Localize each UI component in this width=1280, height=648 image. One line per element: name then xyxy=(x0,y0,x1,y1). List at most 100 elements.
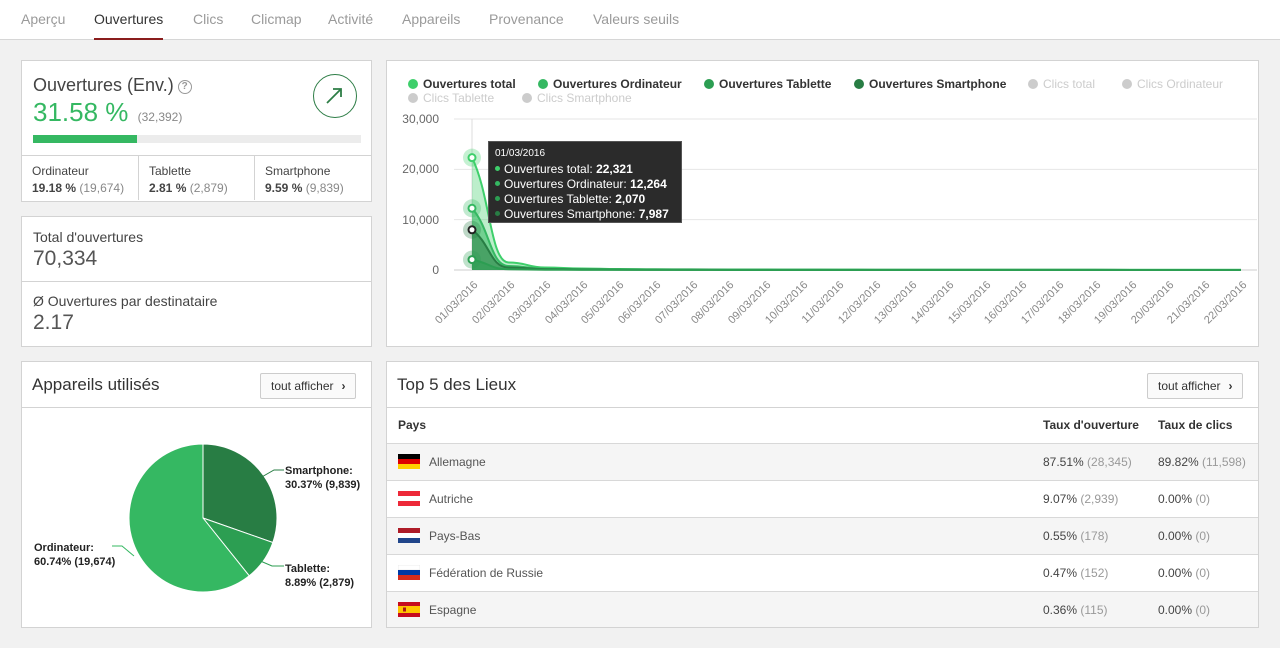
totals-panel: Total d'ouvertures 70,334 Ø Ouvertures p… xyxy=(21,216,372,347)
country-name: Autriche xyxy=(429,492,474,506)
device-desktop-rate: 19.18 % xyxy=(32,181,77,195)
device-tablet-name: Tablette xyxy=(149,164,192,178)
tooltip-label: Ouvertures Ordinateur: xyxy=(504,177,627,191)
device-desktop-count: (19,674) xyxy=(79,181,125,195)
pie-label-name: Smartphone: xyxy=(285,465,353,477)
device-tablet-rate: 2.81 % xyxy=(149,181,187,195)
tab-thresholds[interactable]: Valeurs seuils xyxy=(593,0,679,40)
col-header-open-rate[interactable]: Taux d'ouverture xyxy=(1043,418,1139,432)
series-line-2 xyxy=(471,228,1241,271)
devices-pie-chart[interactable] xyxy=(22,408,371,627)
tooltip-value: 22,321 xyxy=(596,162,633,176)
pie-label-name: Tablette: xyxy=(285,563,331,575)
tooltip-line: Ouvertures Ordinateur: 12,264 xyxy=(495,177,675,192)
tooltip-value: 7,987 xyxy=(638,207,669,221)
country-name: Pays-Bas xyxy=(429,529,481,543)
austria-flag-icon xyxy=(398,491,420,506)
button-label: tout afficher xyxy=(271,379,334,393)
devices-show-all-button[interactable]: tout afficher › xyxy=(260,373,357,399)
device-desktop: Ordinateur 19.18 % (19,674) xyxy=(22,156,139,200)
tab-activity[interactable]: Activité xyxy=(328,0,373,40)
tooltip-line: Ouvertures total: 22,321 xyxy=(495,162,675,177)
tab-overview[interactable]: Aperçu xyxy=(21,0,65,40)
divider xyxy=(22,281,371,282)
avg-opens-label: Ø Ouvertures par destinataire xyxy=(33,293,218,309)
chevron-right-icon: › xyxy=(341,379,346,393)
device-desktop-name: Ordinateur xyxy=(32,164,89,178)
device-desktop-value: 19.18 % (19,674) xyxy=(32,181,138,195)
opens-title: Ouvertures (Env.)? xyxy=(33,75,192,96)
opens-rate: 31.58 % (32,392) xyxy=(33,97,182,128)
devices-panel: Appareils utilisés tout afficher › Smartp… xyxy=(21,361,372,628)
table-row[interactable]: Allemagne 87.51% (28,345) 89.82% (11,598… xyxy=(387,443,1258,480)
tooltip-value: 2,070 xyxy=(615,192,646,206)
device-tablet-count: (2,879) xyxy=(189,181,228,195)
device-smartphone-count: (9,839) xyxy=(305,181,344,195)
tab-opens[interactable]: Ouvertures xyxy=(94,0,164,40)
data-point[interactable] xyxy=(467,203,477,213)
click-rate-count: (0) xyxy=(1195,492,1211,506)
opens-progress-fill xyxy=(33,135,137,143)
device-tablet: Tablette 2.81 % (2,879) xyxy=(139,156,255,200)
open-rate-count: (152) xyxy=(1080,566,1109,580)
chart-tooltip: 01/03/2016 Ouvertures total: 22,321 Ouve… xyxy=(488,141,682,223)
avg-opens-value: 2.17 xyxy=(33,311,74,334)
pie-label-smartphone: Smartphone: 30.37% (9,839) xyxy=(285,464,360,492)
click-rate-value: 0.00% xyxy=(1158,603,1193,617)
tab-clickmap[interactable]: Clicmap xyxy=(251,0,302,40)
device-smartphone: Smartphone 9.59 % (9,839) xyxy=(255,156,372,200)
chart-panel: Ouvertures total Ouvertures Ordinateur O… xyxy=(386,60,1259,347)
tooltip-value: 12,264 xyxy=(630,177,667,191)
col-header-click-rate[interactable]: Taux de clics xyxy=(1158,418,1232,432)
click-rate-count: (0) xyxy=(1195,529,1211,543)
table-row[interactable]: Espagne 0.36% (115) 0.00% (0) xyxy=(387,591,1258,627)
pie-label-value: 30.37% (9,839) xyxy=(285,479,361,491)
places-show-all-button[interactable]: tout afficher › xyxy=(1147,373,1244,399)
places-panel-header: Top 5 des Lieux tout afficher › xyxy=(387,362,1258,408)
open-rate: 0.47% (152) xyxy=(1043,566,1108,580)
pie-label-value: 8.89% (2,879) xyxy=(285,577,355,589)
table-row[interactable]: Fédération de Russie 0.47% (152) 0.00% (… xyxy=(387,554,1258,591)
device-smartphone-rate: 9.59 % xyxy=(265,181,303,195)
open-rate-value: 0.55% xyxy=(1043,529,1078,543)
devices-panel-title: Appareils utilisés xyxy=(32,375,160,394)
country-name: Fédération de Russie xyxy=(429,566,544,580)
opens-progress-bar xyxy=(33,135,361,143)
tab-origin[interactable]: Provenance xyxy=(489,0,564,40)
col-header-country[interactable]: Pays xyxy=(398,418,426,432)
table-row[interactable]: Pays-Bas 0.55% (178) 0.00% (0) xyxy=(387,517,1258,554)
pie-label-name: Ordinateur: xyxy=(34,542,94,554)
table-row[interactable]: Autriche 9.07% (2,939) 0.00% (0) xyxy=(387,480,1258,517)
chevron-right-icon: › xyxy=(1228,379,1233,393)
device-smartphone-name: Smartphone xyxy=(265,164,331,178)
click-rate-value: 0.00% xyxy=(1158,566,1193,580)
click-rate: 0.00% (0) xyxy=(1158,492,1210,506)
data-point[interactable] xyxy=(467,225,477,235)
click-rate: 0.00% (0) xyxy=(1158,529,1210,543)
click-rate: 0.00% (0) xyxy=(1158,566,1210,580)
country-name: Espagne xyxy=(429,603,477,617)
data-point[interactable] xyxy=(467,255,477,265)
tab-devices[interactable]: Appareils xyxy=(402,0,460,40)
click-rate: 0.00% (0) xyxy=(1158,603,1210,617)
tooltip-date: 01/03/2016 xyxy=(495,148,546,159)
open-rate-count: (28,345) xyxy=(1087,455,1132,469)
open-rate: 9.07% (2,939) xyxy=(1043,492,1118,506)
device-smartphone-value: 9.59 % (9,839) xyxy=(265,181,372,195)
open-rate: 0.55% (178) xyxy=(1043,529,1108,543)
click-rate-value: 89.82% xyxy=(1158,455,1199,469)
tab-bar: Aperçu Ouvertures Clics Clicmap Activité… xyxy=(0,0,1280,40)
russia-flag-icon xyxy=(398,565,420,580)
open-rate-count: (178) xyxy=(1080,529,1109,543)
button-label: tout afficher xyxy=(1158,379,1221,393)
total-opens-label: Total d'ouvertures xyxy=(33,229,144,245)
help-icon[interactable]: ? xyxy=(177,80,192,94)
open-rate: 87.51% (28,345) xyxy=(1043,455,1132,469)
tab-clicks[interactable]: Clics xyxy=(193,0,223,40)
open-rate-value: 9.07% xyxy=(1043,492,1078,506)
open-rate-count: (2,939) xyxy=(1080,492,1119,506)
click-rate-value: 0.00% xyxy=(1158,529,1193,543)
pie-label-desktop: Ordinateur: 60.74% (19,674) xyxy=(34,541,115,569)
data-point[interactable] xyxy=(467,153,477,163)
open-rate-value: 87.51% xyxy=(1043,455,1084,469)
